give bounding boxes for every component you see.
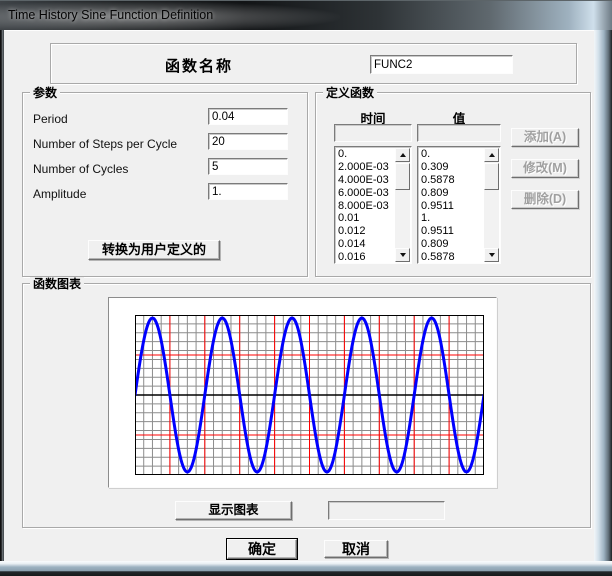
triangle-up-icon bbox=[488, 153, 495, 157]
define-function-group-label: 定义函数 bbox=[323, 86, 378, 100]
graph-readout-field bbox=[328, 501, 445, 520]
scroll-up-button[interactable] bbox=[484, 148, 499, 162]
function-name-input[interactable] bbox=[370, 55, 513, 74]
list-item[interactable]: 0.01 bbox=[336, 212, 395, 225]
list-item[interactable]: 0.5878 bbox=[419, 251, 484, 262]
list-item[interactable]: 0.809 bbox=[419, 238, 484, 251]
window-border-bottom bbox=[0, 561, 612, 576]
value-list-items: 0. 0.309 0.5878 0.809 0.9511 1. 0.9511 0.809 0.5… bbox=[419, 148, 484, 262]
amplitude-label: Amplitude bbox=[33, 187, 87, 201]
modify-button[interactable]: 修改(M) bbox=[511, 159, 579, 178]
triangle-down-icon bbox=[399, 253, 406, 257]
ok-button[interactable]: 确定 bbox=[226, 538, 298, 560]
scroll-down-button[interactable] bbox=[395, 248, 410, 262]
triangle-down-icon bbox=[488, 253, 495, 257]
list-item[interactable]: 1. bbox=[419, 212, 484, 225]
time-list-items: 0. 2.000E-03 4.000E-03 6.000E-03 8.000E-03 0.… bbox=[336, 148, 395, 262]
window-border-left bbox=[0, 30, 4, 576]
scrollbar-thumb[interactable] bbox=[484, 163, 499, 190]
list-item[interactable]: 0.9511 bbox=[419, 225, 484, 238]
list-item[interactable]: 0.012 bbox=[336, 225, 395, 238]
scroll-down-button[interactable] bbox=[484, 248, 499, 262]
function-graph-group-label: 函数图表 bbox=[30, 277, 85, 291]
list-item[interactable]: 0.809 bbox=[419, 187, 484, 200]
function-name-label: 函数名称 bbox=[165, 58, 234, 75]
window-border-right bbox=[594, 30, 612, 576]
show-graph-button[interactable]: 显示图表 bbox=[175, 501, 292, 520]
list-item[interactable]: 8.000E-03 bbox=[336, 200, 395, 213]
scrollbar-thumb[interactable] bbox=[395, 163, 410, 190]
scroll-up-button[interactable] bbox=[395, 148, 410, 162]
list-item[interactable]: 2.000E-03 bbox=[336, 161, 395, 174]
triangle-up-icon bbox=[399, 153, 406, 157]
cancel-button[interactable]: 取消 bbox=[324, 540, 388, 558]
list-item[interactable]: 0. bbox=[419, 148, 484, 161]
parameters-group-label: 参数 bbox=[30, 86, 61, 100]
list-item[interactable]: 6.000E-03 bbox=[336, 187, 395, 200]
value-listbox[interactable]: 0. 0.309 0.5878 0.809 0.9511 1. 0.9511 0.809 0.5… bbox=[417, 146, 501, 264]
period-label: Period bbox=[33, 112, 68, 126]
add-button[interactable]: 添加(A) bbox=[511, 128, 579, 147]
amplitude-input[interactable] bbox=[208, 183, 288, 200]
list-item[interactable]: 0.014 bbox=[336, 238, 395, 251]
number-of-cycles-input[interactable] bbox=[208, 158, 288, 175]
time-list-scrollbar[interactable] bbox=[395, 148, 410, 262]
period-input[interactable] bbox=[208, 108, 288, 125]
list-item[interactable]: 0. bbox=[336, 148, 395, 161]
time-listbox[interactable]: 0. 2.000E-03 4.000E-03 6.000E-03 8.000E-03 0.… bbox=[334, 146, 412, 264]
chart-widget bbox=[108, 297, 497, 488]
steps-per-cycle-label: Number of Steps per Cycle bbox=[33, 137, 178, 151]
sine-plot bbox=[135, 315, 484, 475]
list-item[interactable]: 0.309 bbox=[419, 161, 484, 174]
list-item[interactable]: 0.5878 bbox=[419, 174, 484, 187]
list-item[interactable]: 4.000E-03 bbox=[336, 174, 395, 187]
list-item[interactable]: 0.9511 bbox=[419, 200, 484, 213]
value-entry-input[interactable] bbox=[417, 124, 501, 142]
dialog-window: Time History Sine Function Definition 函数… bbox=[0, 0, 612, 576]
convert-to-user-defined-button[interactable]: 转换为用户定义的 bbox=[88, 240, 220, 260]
steps-per-cycle-input[interactable] bbox=[208, 133, 288, 150]
window-title: Time History Sine Function Definition bbox=[8, 8, 214, 22]
time-entry-input[interactable] bbox=[334, 124, 412, 142]
delete-button[interactable]: 删除(D) bbox=[511, 190, 579, 209]
list-item[interactable]: 0.016 bbox=[336, 251, 395, 262]
titlebar[interactable]: Time History Sine Function Definition bbox=[0, 0, 612, 31]
number-of-cycles-label: Number of Cycles bbox=[33, 162, 129, 176]
value-list-scrollbar[interactable] bbox=[484, 148, 499, 262]
